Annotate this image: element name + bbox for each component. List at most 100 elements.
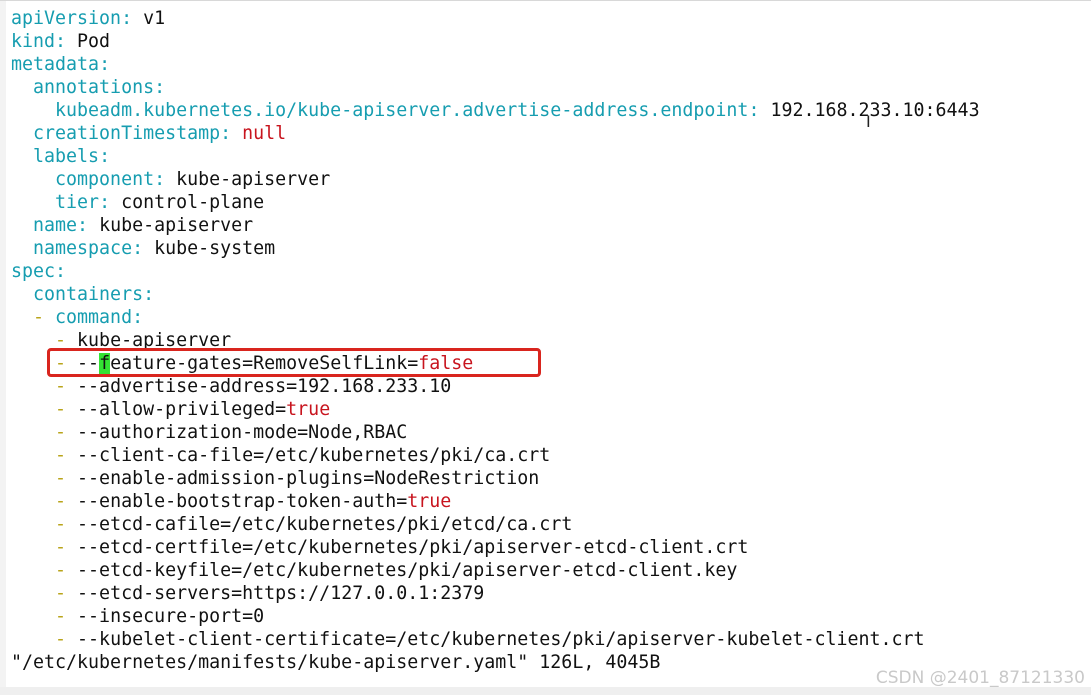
- vim-editor[interactable]: apiVersion: v1 kind: Pod metadata: annotat…: [0, 0, 1091, 695]
- yaml-separator: :: [220, 123, 243, 144]
- list-dash: -: [55, 514, 78, 535]
- yaml-separator: :: [55, 261, 67, 282]
- yaml-key: kubeadm.kubernetes.io/kube-apiserver.adv…: [55, 100, 749, 121]
- yaml-key: namespace: [33, 238, 133, 259]
- list-dash: -: [55, 491, 78, 512]
- list-dash: -: [55, 422, 78, 443]
- code-line[interactable]: - --client-ca-file=/etc/kubernetes/pki/c…: [11, 444, 980, 467]
- code-line[interactable]: labels:: [11, 145, 980, 168]
- list-dash: -: [55, 376, 78, 397]
- code-line[interactable]: component: kube-apiserver: [11, 168, 980, 191]
- yaml-literal: true: [286, 399, 331, 420]
- code-line[interactable]: spec:: [11, 260, 980, 283]
- yaml-separator: :: [154, 169, 177, 190]
- yaml-value: kube-apiserver: [99, 215, 254, 236]
- yaml-key: tier: [55, 192, 100, 213]
- yaml-value: kube-system: [154, 238, 276, 259]
- code-lines[interactable]: apiVersion: v1 kind: Pod metadata: annotat…: [11, 7, 980, 651]
- yaml-key: containers: [33, 284, 144, 305]
- code-line[interactable]: - --kubelet-client-certificate=/etc/kube…: [11, 628, 980, 651]
- code-line[interactable]: apiVersion: v1: [11, 7, 980, 30]
- list-dash: -: [55, 537, 78, 558]
- list-dash: -: [33, 307, 56, 328]
- code-line[interactable]: - --insecure-port=0: [11, 605, 980, 628]
- yaml-value: --authorization-mode=Node,RBAC: [77, 422, 408, 443]
- yaml-separator: :: [132, 238, 155, 259]
- watermark: CSDN @2401_87121330: [875, 668, 1085, 688]
- yaml-separator: :: [143, 284, 155, 305]
- yaml-value: --insecure-port=0: [77, 606, 265, 627]
- code-line[interactable]: - --etcd-cafile=/etc/kubernetes/pki/etcd…: [11, 513, 980, 536]
- yaml-value: --enable-admission-plugins=NodeRestricti…: [77, 468, 540, 489]
- code-line[interactable]: - --etcd-certfile=/etc/kubernetes/pki/ap…: [11, 536, 980, 559]
- code-line[interactable]: - --authorization-mode=Node,RBAC: [11, 421, 980, 444]
- yaml-separator: :: [132, 307, 144, 328]
- list-dash: -: [55, 445, 78, 466]
- code-line[interactable]: kubeadm.kubernetes.io/kube-apiserver.adv…: [11, 99, 980, 122]
- list-dash: -: [55, 606, 78, 627]
- yaml-key: apiVersion: [11, 8, 122, 29]
- code-line[interactable]: - --enable-admission-plugins=NodeRestric…: [11, 467, 980, 490]
- yaml-value: --etcd-cafile=/etc/kubernetes/pki/etcd/c…: [77, 514, 573, 535]
- code-line[interactable]: - command:: [11, 306, 980, 329]
- yaml-key: command: [55, 307, 133, 328]
- code-line[interactable]: metadata:: [11, 53, 980, 76]
- code-line[interactable]: - --etcd-keyfile=/etc/kubernetes/pki/api…: [11, 559, 980, 582]
- code-line[interactable]: namespace: kube-system: [11, 237, 980, 260]
- yaml-literal: true: [407, 491, 452, 512]
- yaml-key: kind: [11, 31, 56, 52]
- yaml-separator: :: [121, 8, 144, 29]
- yaml-separator: :: [99, 146, 111, 167]
- code-line[interactable]: containers:: [11, 283, 980, 306]
- list-dash: -: [55, 468, 78, 489]
- code-line[interactable]: tier: control-plane: [11, 191, 980, 214]
- yaml-value: Pod: [77, 31, 111, 52]
- yaml-separator: :: [154, 77, 166, 98]
- list-dash: -: [55, 583, 78, 604]
- code-line[interactable]: kind: Pod: [11, 30, 980, 53]
- yaml-key: metadata: [11, 54, 100, 75]
- yaml-value: --client-ca-file=/etc/kubernetes/pki/ca.…: [77, 445, 551, 466]
- yaml-key: annotations: [33, 77, 155, 98]
- code-line[interactable]: - --enable-bootstrap-token-auth=true: [11, 490, 980, 513]
- yaml-value: --allow-privileged=: [77, 399, 287, 420]
- yaml-key: labels: [33, 146, 100, 167]
- code-line[interactable]: - --advertise-address=192.168.233.10: [11, 375, 980, 398]
- yaml-separator: :: [55, 31, 78, 52]
- yaml-value: v1: [143, 8, 166, 29]
- list-dash: -: [55, 560, 78, 581]
- code-line[interactable]: - --etcd-servers=https://127.0.0.1:2379: [11, 582, 980, 605]
- yaml-key: creationTimestamp: [33, 123, 221, 144]
- yaml-key: spec: [11, 261, 56, 282]
- yaml-key: component: [55, 169, 155, 190]
- yaml-value: kube-apiserver: [176, 169, 331, 190]
- yaml-value: --kubelet-client-certificate=/etc/kubern…: [77, 629, 925, 650]
- code-line[interactable]: name: kube-apiserver: [11, 214, 980, 237]
- yaml-value: --advertise-address=192.168.233.10: [77, 376, 452, 397]
- yaml-value: --enable-bootstrap-token-auth=: [77, 491, 408, 512]
- code-line[interactable]: - --allow-privileged=true: [11, 398, 980, 421]
- code-line[interactable]: creationTimestamp: null: [11, 122, 980, 145]
- yaml-key: name: [33, 215, 78, 236]
- yaml-value: null: [242, 123, 287, 144]
- code-line[interactable]: annotations:: [11, 76, 980, 99]
- text-cursor-icon: I: [866, 112, 871, 131]
